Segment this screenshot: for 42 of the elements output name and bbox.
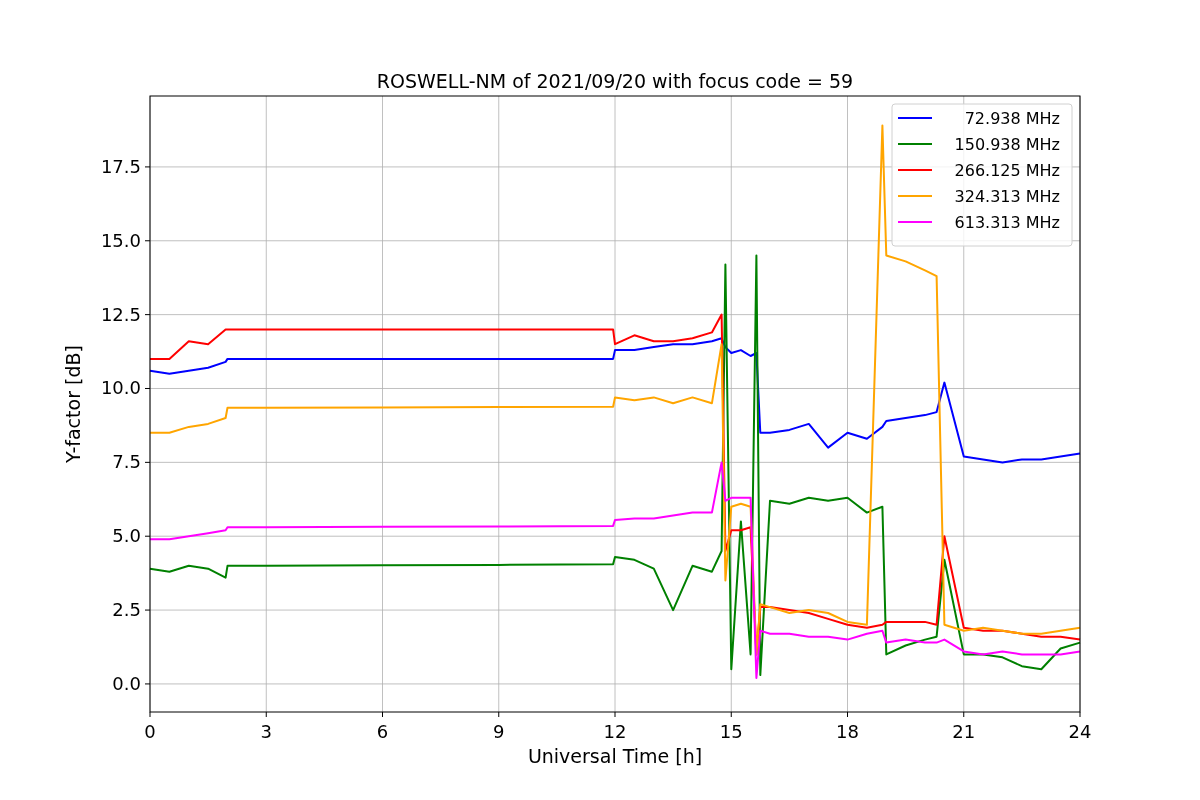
- tick-label: 5.0: [112, 525, 141, 547]
- tick-label: 6: [376, 721, 389, 742]
- tick-label: 15.0: [100, 229, 141, 251]
- tick-mark: [144, 683, 151, 685]
- tick-mark: [498, 711, 500, 718]
- tick-label: 0.0: [112, 672, 141, 694]
- legend-label: 613.313 MHz: [954, 213, 1060, 232]
- tick-mark: [144, 461, 151, 463]
- tick-mark: [144, 240, 151, 242]
- tick-label: 18: [836, 721, 859, 742]
- tick-mark: [265, 711, 267, 718]
- legend-label: 150.938 MHz: [954, 135, 1060, 154]
- tick-mark: [149, 711, 151, 718]
- tick-label: 15: [719, 721, 743, 742]
- tick-label: 21: [952, 721, 976, 742]
- tick-mark: [963, 711, 965, 718]
- x-axis-label: Universal Time [h]: [527, 745, 703, 767]
- y-axis-label: Y-factor [dB]: [62, 345, 84, 463]
- tick-label: 10.0: [100, 377, 141, 399]
- legend-label: 266.125 MHz: [954, 161, 1060, 180]
- tick-label: 2.5: [112, 599, 141, 621]
- tick-label: 3: [260, 721, 272, 742]
- tick-mark: [1079, 711, 1081, 718]
- chart-title: ROSWELL-NM of 2021/09/20 with focus code = 59: [376, 70, 854, 92]
- legend-label: 324.313 MHz: [954, 187, 1060, 206]
- tick-mark: [614, 711, 616, 718]
- tick-label: 12.5: [100, 303, 141, 325]
- tick-label: 24: [1068, 721, 1092, 742]
- tick-mark: [382, 711, 383, 718]
- tick-label: 7.5: [112, 451, 141, 473]
- tick-label: 9: [493, 721, 505, 742]
- tick-mark: [730, 711, 732, 718]
- tick-label: 17.5: [100, 155, 141, 177]
- tick-mark: [144, 609, 151, 611]
- tick-label: 12: [603, 721, 627, 742]
- tick-mark: [144, 166, 151, 168]
- legend-label: 72.938 MHz: [964, 109, 1060, 128]
- tick-label: 0: [144, 721, 156, 742]
- tick-mark: [847, 711, 848, 718]
- tick-mark: [144, 535, 151, 537]
- tick-mark: [144, 388, 151, 389]
- tick-mark: [144, 314, 151, 316]
